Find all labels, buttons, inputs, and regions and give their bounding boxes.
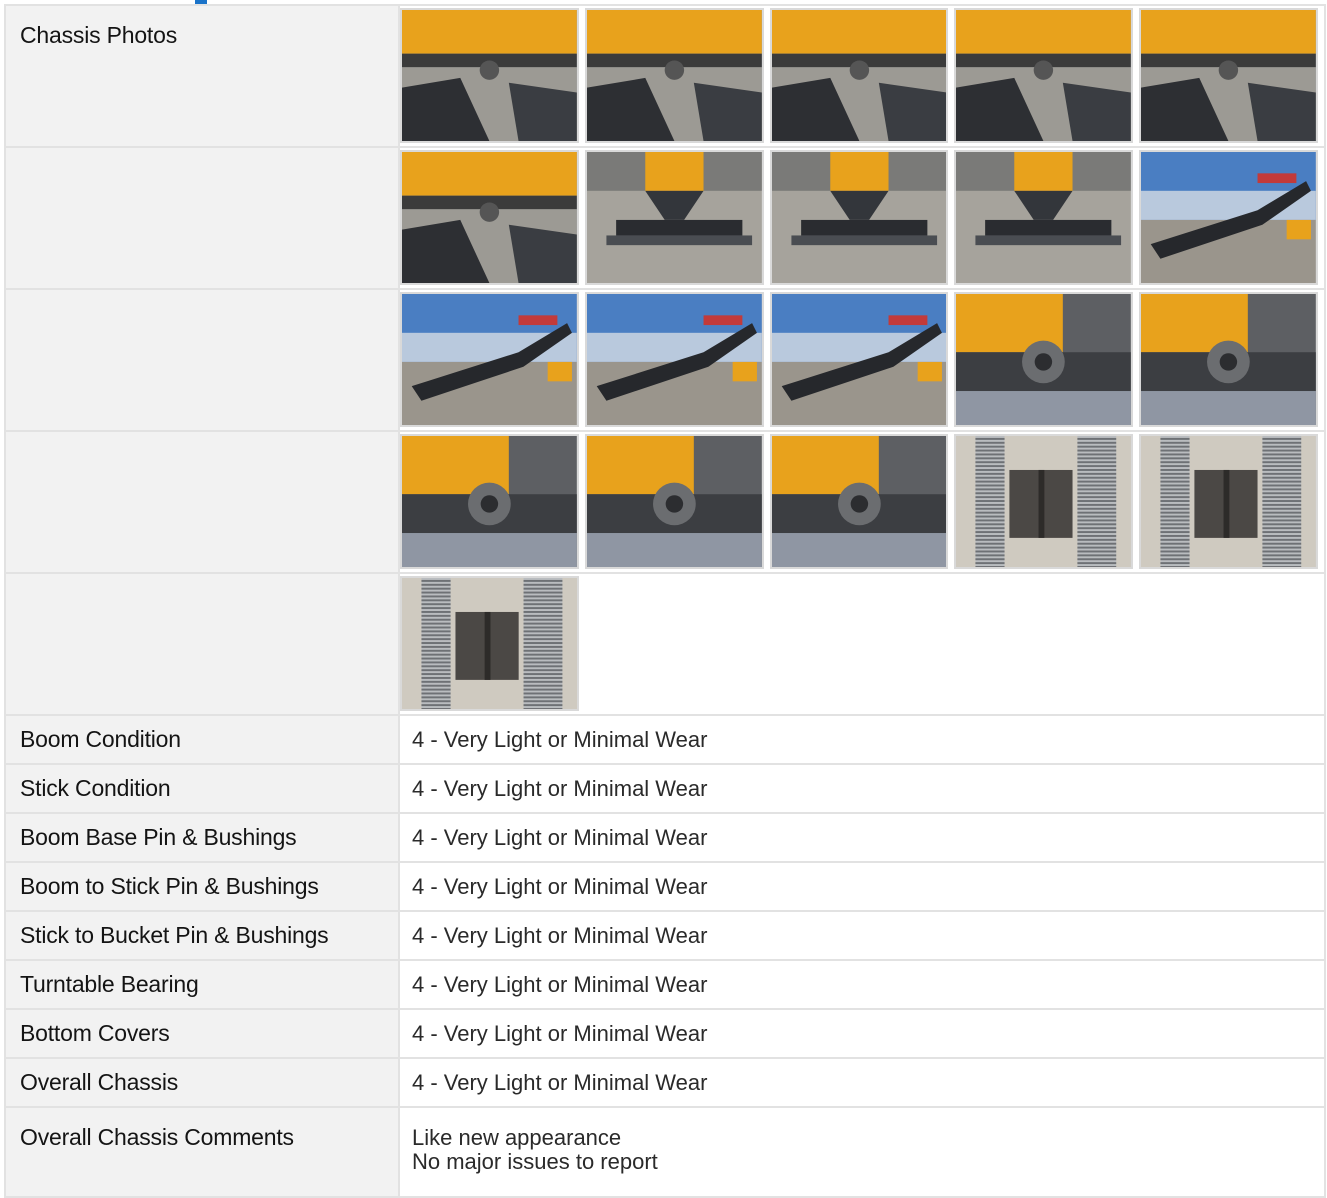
photo-row-4 (4, 430, 1326, 574)
photo-row-label-empty (4, 430, 400, 574)
condition-label: Overall Chassis (4, 1057, 400, 1108)
condition-label: Boom Base Pin & Bushings (4, 812, 400, 863)
chassis-report-table: Chassis Photos Boom Condition 4 - Very L… (4, 4, 1326, 1198)
chassis-photo-16[interactable] (400, 434, 579, 569)
chassis-photo-17[interactable] (584, 434, 764, 569)
chassis-photo-13[interactable] (769, 292, 949, 427)
condition-row-turntable-bearing: Turntable Bearing 4 - Very Light or Mini… (4, 959, 1326, 1010)
condition-value: 4 - Very Light or Minimal Wear (398, 910, 1326, 961)
photo-row-label-empty (4, 288, 400, 432)
chassis-photo-5[interactable] (1139, 8, 1318, 143)
photo-row-5 (4, 572, 1326, 716)
condition-value: 4 - Very Light or Minimal Wear (398, 763, 1326, 814)
chassis-photo-21[interactable] (400, 576, 579, 711)
chassis-photos-label: Chassis Photos (4, 4, 400, 148)
condition-label: Boom Condition (4, 714, 400, 765)
condition-label: Stick to Bucket Pin & Bushings (4, 910, 400, 961)
condition-row-stick: Stick Condition 4 - Very Light or Minima… (4, 763, 1326, 814)
chassis-photo-15[interactable] (1139, 292, 1318, 427)
chassis-photo-8[interactable] (769, 150, 949, 285)
chassis-photo-3[interactable] (769, 8, 949, 143)
condition-row-boom-base-pin: Boom Base Pin & Bushings 4 - Very Light … (4, 812, 1326, 863)
chassis-photo-10[interactable] (1139, 150, 1318, 285)
condition-value: 4 - Very Light or Minimal Wear (398, 1057, 1326, 1108)
condition-label: Boom to Stick Pin & Bushings (4, 861, 400, 912)
chassis-photo-12[interactable] (584, 292, 764, 427)
condition-row-boom-to-stick-pin: Boom to Stick Pin & Bushings 4 - Very Li… (4, 861, 1326, 912)
condition-label: Turntable Bearing (4, 959, 400, 1010)
condition-value: 4 - Very Light or Minimal Wear (398, 861, 1326, 912)
condition-value: 4 - Very Light or Minimal Wear (398, 959, 1326, 1010)
chassis-photo-14[interactable] (954, 292, 1134, 427)
comment-line-2: No major issues to report (412, 1149, 658, 1174)
photo-row-2 (4, 146, 1326, 290)
chassis-photo-4[interactable] (954, 8, 1134, 143)
chassis-photo-1[interactable] (400, 8, 579, 143)
chassis-photo-6[interactable] (400, 150, 579, 285)
photo-row-label-empty (4, 572, 400, 716)
chassis-photo-7[interactable] (584, 150, 764, 285)
condition-value: 4 - Very Light or Minimal Wear (398, 812, 1326, 863)
photo-row-3 (4, 288, 1326, 432)
chassis-photo-20[interactable] (1139, 434, 1318, 569)
photo-row-1: Chassis Photos (4, 4, 1326, 148)
comment-line-1: Like new appearance (412, 1125, 622, 1150)
photo-gallery-row-1 (398, 4, 1326, 148)
comments-row: Overall Chassis Comments Like new appear… (4, 1106, 1326, 1198)
condition-value: 4 - Very Light or Minimal Wear (398, 714, 1326, 765)
condition-label: Stick Condition (4, 763, 400, 814)
condition-row-bottom-covers: Bottom Covers 4 - Very Light or Minimal … (4, 1008, 1326, 1059)
condition-row-stick-to-bucket-pin: Stick to Bucket Pin & Bushings 4 - Very … (4, 910, 1326, 961)
chassis-photo-18[interactable] (769, 434, 949, 569)
comments-value: Like new appearance No major issues to r… (398, 1106, 1326, 1198)
comments-label: Overall Chassis Comments (4, 1106, 400, 1198)
chassis-photo-11[interactable] (400, 292, 579, 427)
photo-gallery-row-3 (398, 288, 1326, 432)
condition-row-overall-chassis: Overall Chassis 4 - Very Light or Minima… (4, 1057, 1326, 1108)
photo-gallery-row-2 (398, 146, 1326, 290)
condition-label: Bottom Covers (4, 1008, 400, 1059)
chassis-photo-19[interactable] (954, 434, 1134, 569)
photo-gallery-row-5 (398, 572, 1326, 716)
condition-row-boom: Boom Condition 4 - Very Light or Minimal… (4, 714, 1326, 765)
photo-gallery-row-4 (398, 430, 1326, 574)
chassis-photo-9[interactable] (954, 150, 1134, 285)
chassis-photo-2[interactable] (584, 8, 764, 143)
condition-value: 4 - Very Light or Minimal Wear (398, 1008, 1326, 1059)
photo-row-label-empty (4, 146, 400, 290)
